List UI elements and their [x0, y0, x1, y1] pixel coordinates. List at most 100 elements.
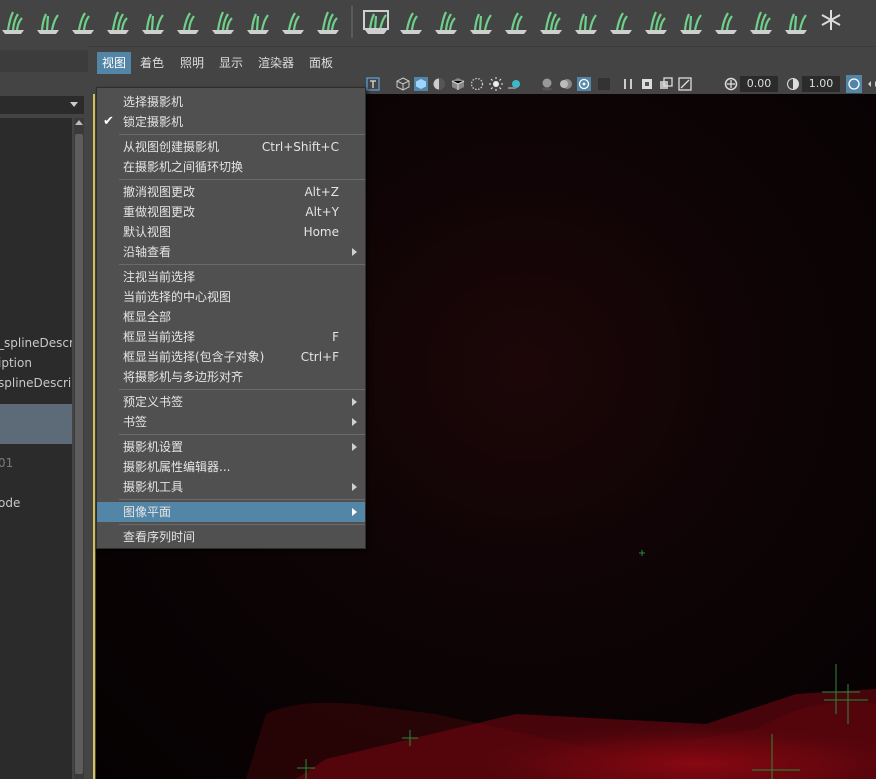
grid-plane-icon[interactable] [138, 6, 168, 36]
xray-icon[interactable] [470, 77, 484, 91]
grass-brush-icon[interactable] [103, 6, 133, 36]
menu-item-predefined-bookmarks[interactable]: 预定义书签 [97, 392, 365, 412]
sculpt-tool-icon[interactable] [33, 6, 63, 36]
menu-item-shortcut: Home [303, 225, 339, 239]
menu-lighting[interactable]: 照明 [175, 52, 209, 74]
menu-view[interactable]: 视图 [97, 52, 132, 74]
menu-item-cycle-cameras[interactable]: 在摄影机之间循环切换 [97, 157, 365, 177]
scale-guide-icon[interactable] [641, 6, 671, 36]
textured-icon[interactable] [432, 77, 446, 91]
xray-active-icon[interactable] [659, 77, 673, 91]
shadows-icon[interactable] [507, 77, 521, 91]
depth-of-field-icon[interactable] [597, 77, 611, 91]
menu-separator [119, 499, 365, 500]
curve-tool-icon[interactable] [243, 6, 273, 36]
menu-panels[interactable]: 面板 [304, 52, 338, 74]
menu-item-center-view-selection[interactable]: 当前选择的中心视图 [97, 287, 365, 307]
menu-item-lock-camera[interactable]: ✔ 锁定摄影机 [97, 112, 365, 132]
motion-blur-icon[interactable] [559, 77, 573, 91]
menu-item-redo-view-change[interactable]: 重做视图更改 Alt+Y [97, 202, 365, 222]
gamma-field[interactable]: 1.00 [802, 76, 840, 92]
menu-item-bookmarks[interactable]: 书签 [97, 412, 365, 432]
wireframe-on-shaded-icon[interactable] [451, 77, 465, 91]
outliner-item[interactable]: 01 [0, 454, 72, 472]
isolate-select-icon[interactable] [621, 77, 635, 91]
menu-item-label: 将摄影机与多边形对齐 [123, 370, 244, 384]
exposure-field[interactable]: 0.00 [740, 76, 778, 92]
gamma-icon[interactable] [786, 77, 800, 91]
scrollbar-thumb[interactable] [75, 134, 83, 774]
snow-icon[interactable] [816, 6, 846, 36]
outliner-item[interactable]: ode [0, 494, 72, 512]
menu-shading[interactable]: 着色 [135, 52, 169, 74]
menu-item-create-camera-from-view[interactable]: 从视图创建摄影机 Ctrl+Shift+C [97, 137, 365, 157]
shelf-separator [351, 6, 353, 38]
backface-culling-icon[interactable] [678, 77, 692, 91]
menu-item-image-plane[interactable]: 图像平面 [97, 502, 365, 522]
menu-item-default-view[interactable]: 默认视图 Home [97, 222, 365, 242]
menu-item-look-at-selection[interactable]: 注视当前选择 [97, 267, 365, 287]
outliner-scrollbar[interactable] [74, 118, 84, 779]
menu-item-shortcut: Alt+Z [304, 185, 339, 199]
comb-guide-icon[interactable] [466, 6, 496, 36]
outliner-filter-dropdown[interactable] [0, 96, 84, 114]
exposure-icon[interactable] [724, 77, 738, 91]
wireframe-icon[interactable] [396, 77, 410, 91]
menu-item-label: 图像平面 [123, 505, 172, 519]
lock-guide-icon[interactable] [68, 6, 98, 36]
outliner-item-label: _splineDescr [0, 336, 72, 350]
smooth-shade-icon[interactable] [414, 77, 428, 91]
menu-item-view-sequence-time[interactable]: 查看序列时间 [97, 527, 365, 547]
rotate-tool-icon[interactable] [173, 6, 203, 36]
menu-separator [119, 134, 365, 135]
menu-item-label: 查看序列时间 [123, 530, 196, 544]
placement-guide-icon[interactable] [536, 6, 566, 36]
menu-item-select-camera[interactable]: 选择摄影机 [97, 92, 365, 112]
twist-guide-icon[interactable] [606, 6, 636, 36]
outliner-header [0, 50, 88, 72]
pose-guide-icon[interactable] [571, 6, 601, 36]
add-guide-icon[interactable] [0, 6, 28, 36]
text-toggle-icon[interactable] [366, 77, 380, 91]
noise-guide-icon[interactable] [676, 6, 706, 36]
panel-menubar: 视图 着色 照明 显示 渲染器 面板 [96, 52, 876, 74]
menu-item-frame-selection[interactable]: 框显当前选择 F [97, 327, 365, 347]
select-guide-icon[interactable] [208, 6, 238, 36]
selected-outliner-row[interactable] [0, 404, 72, 444]
menu-item-frame-selection-children[interactable]: 框显当前选择(包含子对象) Ctrl+F [97, 347, 365, 367]
add-modifier-icon[interactable] [396, 6, 426, 36]
menu-item-view-along-axis[interactable]: 沿轴查看 [97, 242, 365, 262]
view-menu-dropdown: 选择摄影机 ✔ 锁定摄影机 从视图创建摄影机 Ctrl+Shift+C 在摄影机之间… [96, 87, 366, 549]
lighting-icon[interactable] [489, 77, 503, 91]
outliner-item[interactable]: splineDescrip [0, 374, 72, 392]
color-management-icon[interactable] [846, 75, 862, 93]
outliner-item[interactable]: _splineDescr [0, 334, 72, 352]
menu-item-camera-tools[interactable]: 摄影机工具 [97, 477, 365, 497]
menu-item-camera-settings[interactable]: 摄影机设置 [97, 437, 365, 457]
preview-window-icon[interactable] [361, 6, 391, 36]
display-settings-icon[interactable] [866, 77, 876, 91]
menu-show[interactable]: 显示 [214, 52, 248, 74]
cut-guide-icon[interactable] [278, 6, 308, 36]
screen-space-ao-icon[interactable] [540, 77, 554, 91]
menu-item-undo-view-change[interactable]: 撤消视图更改 Alt+Z [97, 182, 365, 202]
smooth-guide-icon[interactable] [711, 6, 741, 36]
clump-guide-icon[interactable] [431, 6, 461, 36]
xray-joints-icon[interactable] [640, 77, 654, 91]
outliner-item[interactable]: iption [0, 354, 72, 372]
width-guide-icon[interactable] [746, 6, 776, 36]
viewport-active-border [93, 94, 95, 779]
lift-guide-icon[interactable] [501, 6, 531, 36]
cut-length-icon[interactable] [781, 6, 811, 36]
checkmark-icon: ✔ [103, 114, 114, 129]
export-guide-icon[interactable] [313, 6, 343, 36]
menu-item-label: 沿轴查看 [123, 245, 172, 259]
scroll-up-arrow-icon[interactable] [75, 120, 83, 125]
menu-item-align-camera-to-polygon[interactable]: 将摄影机与多边形对齐 [97, 367, 365, 387]
menu-renderer[interactable]: 渲染器 [253, 52, 299, 74]
menu-item-frame-all[interactable]: 框显全部 [97, 307, 365, 327]
anti-aliasing-icon[interactable] [577, 77, 591, 91]
menu-separator [119, 434, 365, 435]
menu-item-shortcut: Ctrl+Shift+C [261, 140, 339, 154]
menu-item-camera-attribute-editor[interactable]: 摄影机属性编辑器... [97, 457, 365, 477]
